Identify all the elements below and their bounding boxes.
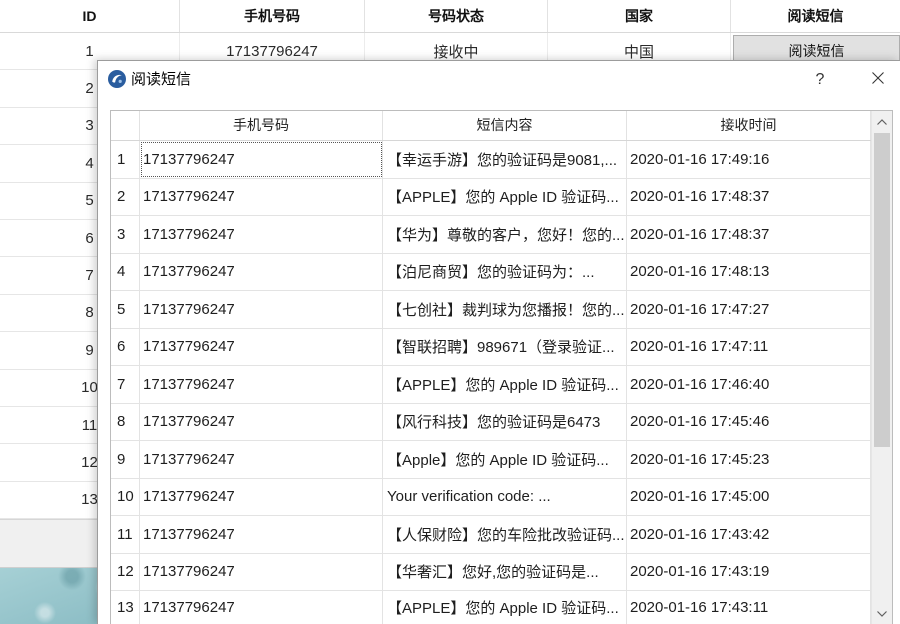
- cell-time[interactable]: 2020-01-16 17:48:13: [627, 253, 871, 290]
- row-index[interactable]: 7: [111, 366, 140, 403]
- cell-content[interactable]: 【Apple】您的 Apple ID 验证码...: [383, 441, 627, 478]
- cell-time[interactable]: 2020-01-16 17:45:46: [627, 403, 871, 440]
- app-logo-icon: [107, 69, 127, 89]
- cell-content[interactable]: 【七创社】裁判球为您播报！您的...: [383, 291, 627, 328]
- row-index[interactable]: 12: [111, 553, 140, 590]
- sms-row[interactable]: 10 17137796247 Your verification code: .…: [111, 478, 871, 516]
- row-index[interactable]: 1: [111, 141, 140, 178]
- cell-time[interactable]: 2020-01-16 17:43:11: [627, 591, 871, 624]
- sms-table-header: 手机号码 短信内容 接收时间: [111, 111, 871, 141]
- cell-phone[interactable]: 17137796247: [140, 328, 383, 365]
- cell-content[interactable]: 【智联招聘】989671（登录验证...: [383, 328, 627, 365]
- close-button[interactable]: [856, 61, 900, 99]
- close-icon: [871, 71, 885, 90]
- row-index[interactable]: 8: [111, 403, 140, 440]
- cell-time[interactable]: 2020-01-16 17:48:37: [627, 216, 871, 253]
- sms-row[interactable]: 7 17137796247 【APPLE】您的 Apple ID 验证码... …: [111, 366, 871, 404]
- row-index[interactable]: 5: [111, 291, 140, 328]
- column-header-id[interactable]: ID: [0, 0, 180, 32]
- column-header-country[interactable]: 国家: [548, 0, 731, 32]
- sms-row[interactable]: 11 17137796247 【人保财险】您的车险批改验证码... 2020-0…: [111, 516, 871, 554]
- cell-time[interactable]: 2020-01-16 17:43:19: [627, 553, 871, 590]
- cell-content[interactable]: 【APPLE】您的 Apple ID 验证码...: [383, 178, 627, 215]
- cell-phone[interactable]: 17137796247: [140, 366, 383, 403]
- read-sms-dialog: 阅读短信 ? 手机号码 短信内容 接收时间 1 17137796247 【幸运手…: [97, 60, 900, 624]
- sms-row[interactable]: 12 17137796247 【华奢汇】您好,您的验证码是... 2020-01…: [111, 553, 871, 591]
- cell-content[interactable]: 【华为】尊敬的客户，您好！您的...: [383, 216, 627, 253]
- help-button[interactable]: ?: [800, 61, 840, 99]
- chevron-down-icon: [876, 605, 888, 623]
- cell-content[interactable]: 【APPLE】您的 Apple ID 验证码...: [383, 366, 627, 403]
- cell-phone[interactable]: 17137796247: [140, 178, 383, 215]
- row-index[interactable]: 9: [111, 441, 140, 478]
- sms-row[interactable]: 13 17137796247 【APPLE】您的 Apple ID 验证码...…: [111, 591, 871, 624]
- row-index[interactable]: 2: [111, 178, 140, 215]
- cell-time[interactable]: 2020-01-16 17:45:23: [627, 441, 871, 478]
- cell-phone[interactable]: 17137796247: [140, 253, 383, 290]
- column-header-phone[interactable]: 手机号码: [140, 111, 383, 140]
- column-header-read-sms[interactable]: 阅读短信: [731, 0, 900, 32]
- column-header-status[interactable]: 号码状态: [365, 0, 548, 32]
- sms-row[interactable]: 2 17137796247 【APPLE】您的 Apple ID 验证码... …: [111, 178, 871, 216]
- sms-row[interactable]: 3 17137796247 【华为】尊敬的客户，您好！您的... 2020-01…: [111, 216, 871, 254]
- cell-phone[interactable]: 17137796247: [140, 441, 383, 478]
- column-header-phone[interactable]: 手机号码: [180, 0, 365, 32]
- sms-row[interactable]: 4 17137796247 【泊尼商贸】您的验证码为：... 2020-01-1…: [111, 253, 871, 291]
- row-index[interactable]: 3: [111, 216, 140, 253]
- cell-time[interactable]: 2020-01-16 17:49:16: [627, 141, 871, 178]
- cell-time[interactable]: 2020-01-16 17:45:00: [627, 478, 871, 515]
- sms-list-table: 手机号码 短信内容 接收时间 1 17137796247 【幸运手游】您的验证码…: [110, 110, 893, 624]
- dialog-title-bar[interactable]: 阅读短信 ?: [98, 61, 900, 99]
- chevron-up-icon: [876, 113, 888, 131]
- row-header-corner[interactable]: [111, 111, 140, 140]
- dialog-title: 阅读短信: [131, 71, 192, 88]
- cell-phone[interactable]: 17137796247: [140, 216, 383, 253]
- scroll-down-button[interactable]: [872, 604, 892, 624]
- scroll-up-button[interactable]: [872, 111, 892, 133]
- cell-content[interactable]: Your verification code: ...: [383, 478, 627, 515]
- cell-phone[interactable]: 17137796247: [140, 591, 383, 624]
- vertical-scrollbar[interactable]: [871, 111, 892, 624]
- cell-time[interactable]: 2020-01-16 17:43:42: [627, 516, 871, 553]
- cell-phone[interactable]: 17137796247: [140, 141, 383, 178]
- column-header-content[interactable]: 短信内容: [383, 111, 627, 140]
- column-header-time[interactable]: 接收时间: [627, 111, 871, 140]
- cell-content[interactable]: 【风行科技】您的验证码是6473: [383, 403, 627, 440]
- cell-content[interactable]: 【华奢汇】您好,您的验证码是...: [383, 553, 627, 590]
- sms-row[interactable]: 5 17137796247 【七创社】裁判球为您播报！您的... 2020-01…: [111, 291, 871, 329]
- cell-content[interactable]: 【幸运手游】您的验证码是9081,...: [383, 141, 627, 178]
- row-index[interactable]: 4: [111, 253, 140, 290]
- cell-content[interactable]: 【APPLE】您的 Apple ID 验证码...: [383, 591, 627, 624]
- sms-row[interactable]: 8 17137796247 【风行科技】您的验证码是6473 2020-01-1…: [111, 403, 871, 441]
- row-index[interactable]: 6: [111, 328, 140, 365]
- cell-phone[interactable]: 17137796247: [140, 291, 383, 328]
- cell-content[interactable]: 【泊尼商贸】您的验证码为：...: [383, 253, 627, 290]
- sms-row[interactable]: 6 17137796247 【智联招聘】989671（登录验证... 2020-…: [111, 328, 871, 366]
- cell-phone[interactable]: 17137796247: [140, 478, 383, 515]
- cell-time[interactable]: 2020-01-16 17:47:27: [627, 291, 871, 328]
- cell-time[interactable]: 2020-01-16 17:47:11: [627, 328, 871, 365]
- row-index[interactable]: 10: [111, 478, 140, 515]
- table-header: ID 手机号码 号码状态 国家 阅读短信: [0, 0, 900, 33]
- cell-time[interactable]: 2020-01-16 17:48:37: [627, 178, 871, 215]
- row-index[interactable]: 11: [111, 516, 140, 553]
- row-index[interactable]: 13: [111, 591, 140, 624]
- sms-table-body: 手机号码 短信内容 接收时间 1 17137796247 【幸运手游】您的验证码…: [111, 111, 871, 624]
- cell-phone[interactable]: 17137796247: [140, 553, 383, 590]
- scrollbar-thumb[interactable]: [874, 133, 890, 447]
- cell-time[interactable]: 2020-01-16 17:46:40: [627, 366, 871, 403]
- sms-row[interactable]: 9 17137796247 【Apple】您的 Apple ID 验证码... …: [111, 441, 871, 479]
- cell-content[interactable]: 【人保财险】您的车险批改验证码...: [383, 516, 627, 553]
- sms-row[interactable]: 1 17137796247 【幸运手游】您的验证码是9081,... 2020-…: [111, 141, 871, 179]
- cell-phone[interactable]: 17137796247: [140, 403, 383, 440]
- cell-phone[interactable]: 17137796247: [140, 516, 383, 553]
